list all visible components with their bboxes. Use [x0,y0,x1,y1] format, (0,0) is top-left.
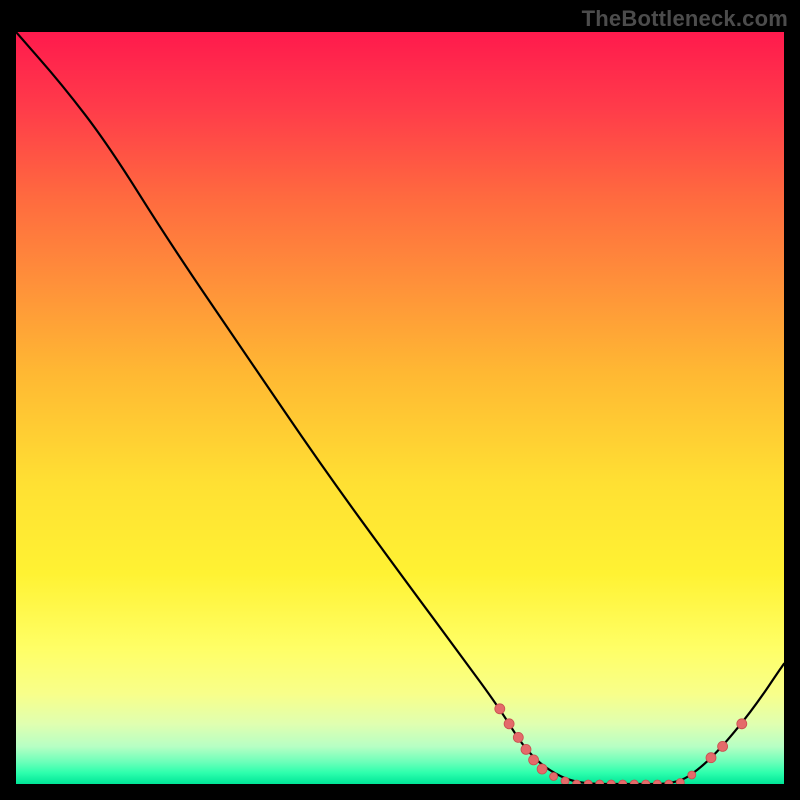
data-marker [619,780,627,784]
data-marker [596,780,604,784]
data-marker [706,753,716,763]
plot-area [16,32,784,784]
curve-layer [16,32,784,784]
bottleneck-curve [16,32,784,784]
data-marker [495,704,505,714]
data-marker [504,719,514,729]
data-marker [521,744,531,754]
data-marker [537,764,547,774]
data-marker [665,780,673,784]
marker-group [495,704,747,784]
data-marker [718,741,728,751]
data-marker [642,780,650,784]
watermark-text: TheBottleneck.com [582,6,788,32]
data-marker [529,755,539,765]
data-marker [550,773,558,781]
data-marker [653,780,661,784]
data-marker [513,732,523,742]
data-marker [688,771,696,779]
data-marker [561,777,569,784]
data-marker [607,780,615,784]
data-marker [737,719,747,729]
data-marker [630,780,638,784]
data-marker [584,780,592,784]
chart-frame: TheBottleneck.com [0,0,800,800]
data-marker [676,779,684,785]
